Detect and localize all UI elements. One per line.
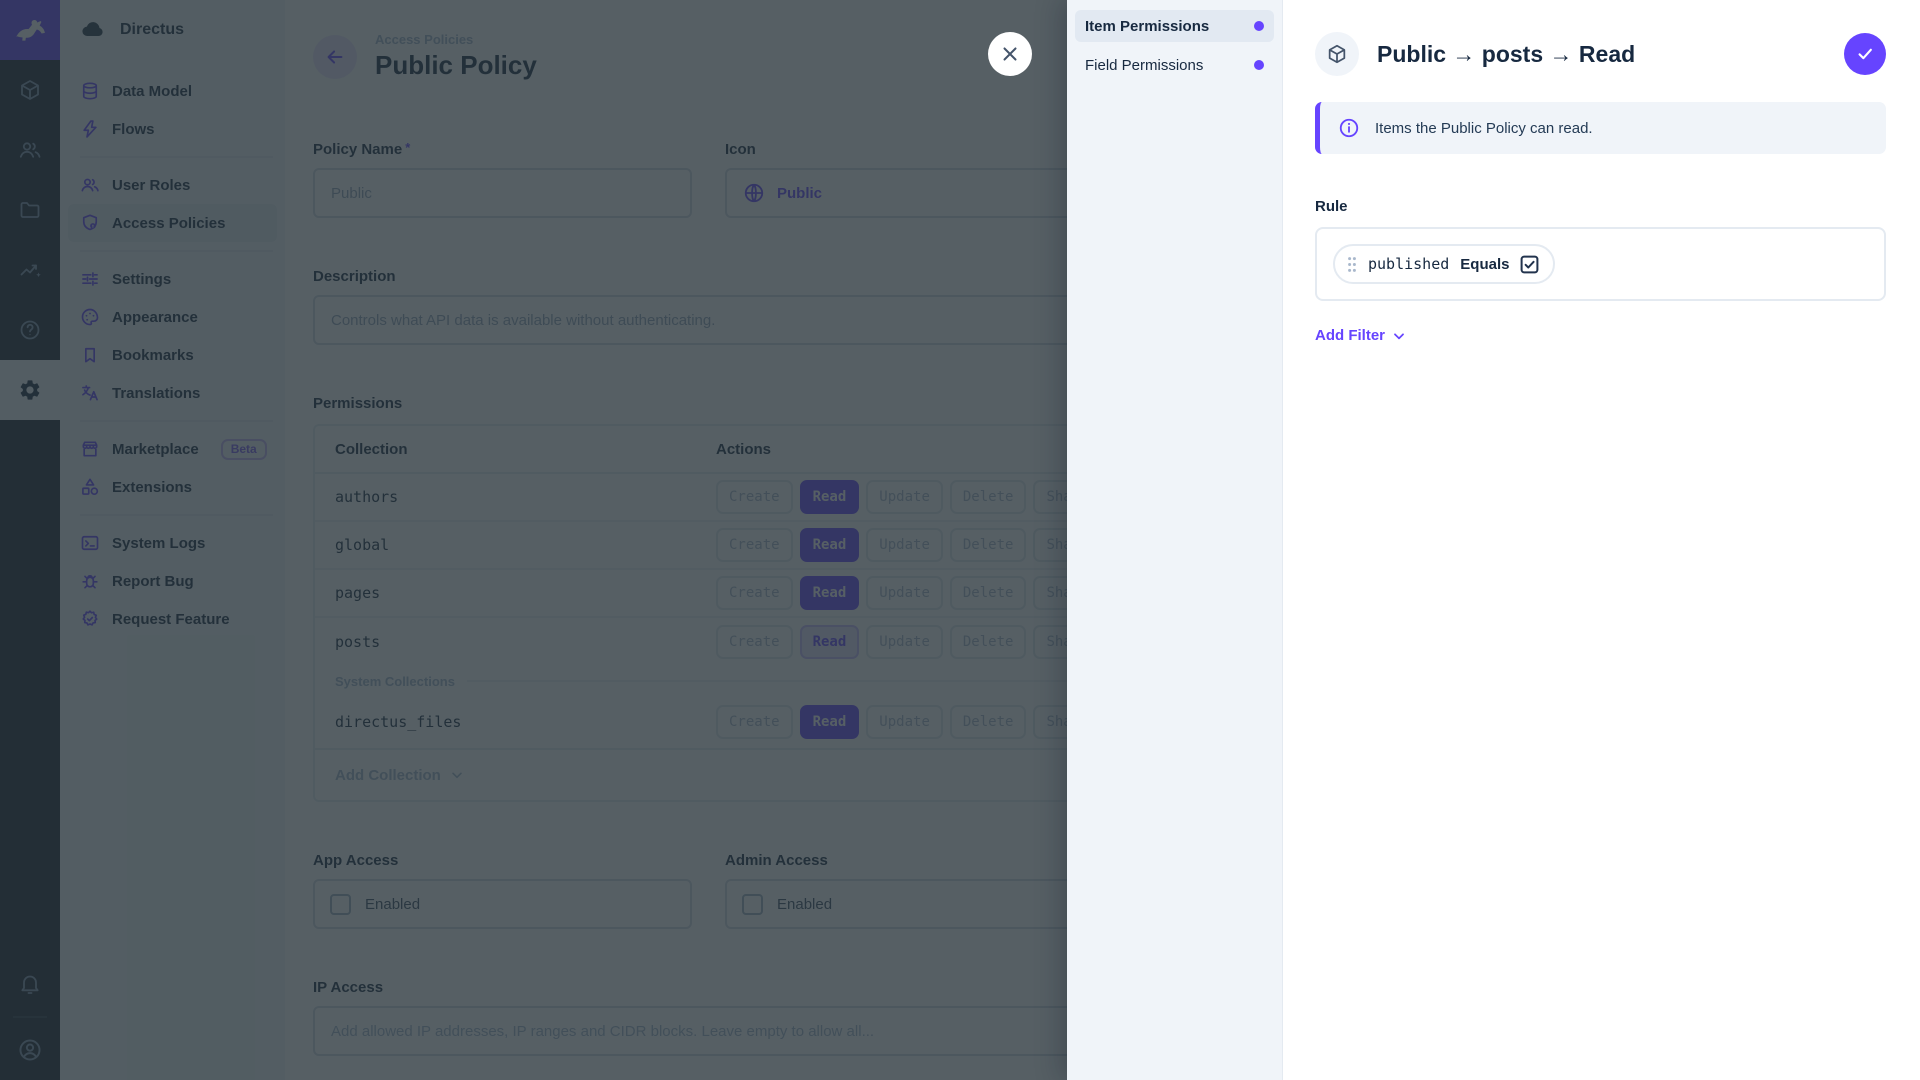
tab-field-permissions[interactable]: Field Permissions <box>1075 49 1274 81</box>
permissions-drawer: Item Permissions Field Permissions Publi… <box>1067 0 1920 1080</box>
drag-handle-icon[interactable] <box>1347 256 1357 273</box>
tab-item-permissions[interactable]: Item Permissions <box>1075 10 1274 42</box>
save-button[interactable] <box>1844 33 1886 75</box>
rule-editor: published Equals <box>1315 227 1886 301</box>
box-icon <box>1315 32 1359 76</box>
close-icon <box>999 43 1021 65</box>
rule-label: Rule <box>1315 198 1348 215</box>
tab-label: Item Permissions <box>1085 17 1210 35</box>
drawer-title: Public → posts → Read <box>1377 40 1636 67</box>
add-filter-button[interactable]: Add Filter <box>1315 327 1407 344</box>
filter-field-name[interactable]: published <box>1368 255 1449 273</box>
check-icon <box>1855 44 1875 64</box>
checkbox-checked-icon[interactable] <box>1520 255 1539 274</box>
drawer-tab-list: Item Permissions Field Permissions <box>1067 0 1283 1080</box>
filter-operator[interactable]: Equals <box>1460 256 1509 273</box>
info-icon <box>1338 117 1360 139</box>
drawer-header: Public → posts → Read <box>1315 32 1886 76</box>
chevron-down-icon <box>1391 328 1407 344</box>
tab-label: Field Permissions <box>1085 56 1204 74</box>
info-notice: Items the Public Policy can read. <box>1315 102 1886 154</box>
filter-pill[interactable]: published Equals <box>1333 244 1556 284</box>
notice-text: Items the Public Policy can read. <box>1375 119 1593 137</box>
drawer-content: Public → posts → Read Items the Public P… <box>1283 0 1920 1080</box>
drawer-close-button[interactable] <box>988 32 1032 76</box>
status-dot-icon <box>1254 21 1264 31</box>
status-dot-icon <box>1254 60 1264 70</box>
